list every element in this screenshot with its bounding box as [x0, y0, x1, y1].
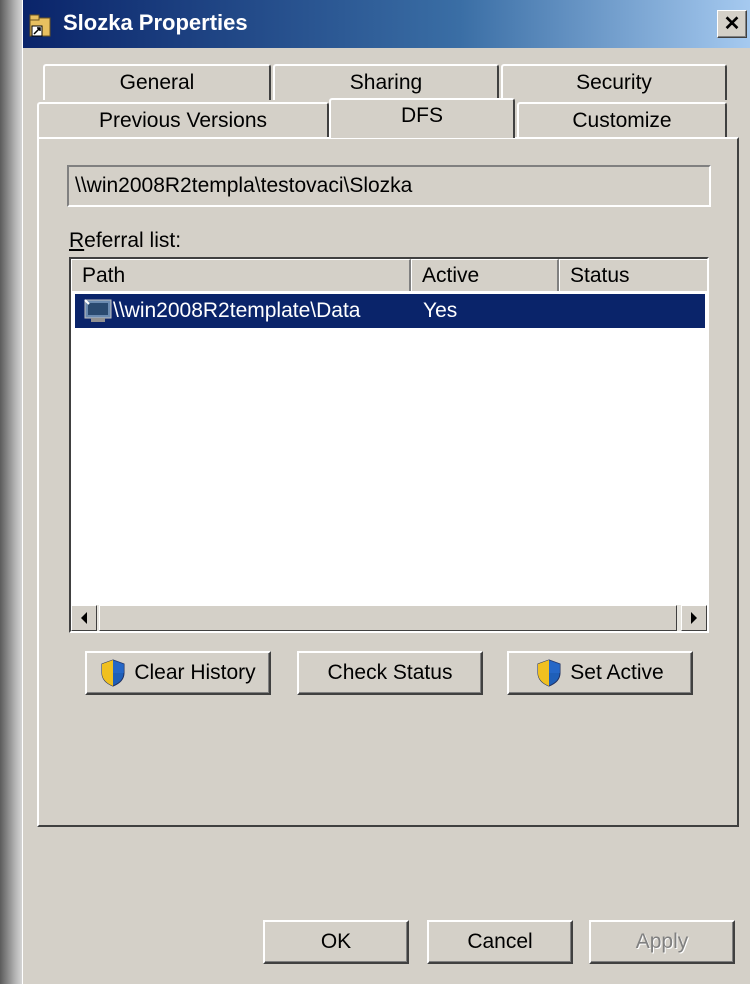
horizontal-scrollbar[interactable]	[71, 605, 707, 631]
scroll-left-icon	[81, 612, 87, 624]
uac-shield-icon	[537, 659, 561, 687]
column-header-active[interactable]: Active	[411, 259, 559, 291]
dfs-path-value: \\win2008R2templa\testovaci\Slozka	[75, 174, 413, 197]
check-status-button[interactable]: Check Status	[297, 651, 483, 695]
scroll-right-icon	[691, 612, 697, 624]
column-label: Active	[422, 263, 480, 287]
tab-label: General	[119, 71, 195, 94]
tab-customize[interactable]: Customize	[517, 102, 727, 138]
tab-label: Previous Versions	[98, 109, 268, 132]
column-label: Status	[570, 263, 630, 287]
scroll-thumb[interactable]	[99, 605, 677, 631]
tab-previous-versions[interactable]: Previous Versions	[37, 102, 329, 138]
uac-shield-icon	[101, 659, 125, 687]
close-icon: ✕	[723, 13, 741, 35]
clear-history-button[interactable]: Clear History	[85, 651, 271, 695]
column-header-path[interactable]: Path	[71, 259, 411, 291]
referral-list-label: Referral list:	[69, 229, 182, 252]
tab-security[interactable]: Security	[501, 64, 727, 100]
column-header-status[interactable]: Status	[559, 259, 709, 291]
scroll-right-button[interactable]	[681, 605, 707, 631]
ok-button[interactable]: OK	[263, 920, 409, 964]
tab-label: Security	[576, 71, 652, 94]
row-path: \\win2008R2template\Data	[113, 299, 361, 322]
tab-label: DFS	[401, 104, 443, 127]
dfs-tab-panel: \\win2008R2templa\testovaci\Slozka Refer…	[37, 137, 739, 827]
network-share-icon	[84, 299, 112, 322]
title-bar[interactable]: Slozka Properties ✕	[23, 0, 750, 48]
tab-dfs[interactable]: DFS	[329, 98, 515, 138]
apply-label: Apply	[635, 930, 689, 953]
close-button[interactable]: ✕	[717, 10, 747, 38]
check-status-label: Check Status	[327, 661, 453, 684]
clear-history-label: Clear History	[134, 661, 256, 684]
tab-sharing[interactable]: Sharing	[273, 64, 499, 100]
referral-list[interactable]: Path Active Status \\win2008R2template\D…	[69, 257, 709, 633]
cancel-label: Cancel	[467, 930, 533, 953]
properties-window: Slozka Properties ✕ General Sharing Secu…	[22, 0, 750, 984]
ok-label: OK	[320, 930, 352, 953]
dfs-path-field[interactable]: \\win2008R2templa\testovaci\Slozka	[67, 165, 711, 207]
table-row[interactable]: \\win2008R2template\Data Yes	[75, 294, 705, 328]
set-active-label: Set Active	[570, 661, 664, 684]
referral-label-text: eferral list:	[84, 229, 182, 252]
apply-button: Apply	[589, 920, 735, 964]
window-title: Slozka Properties	[63, 10, 248, 35]
column-label: Path	[82, 263, 126, 287]
scroll-left-button[interactable]	[71, 605, 97, 631]
set-active-button[interactable]: Set Active	[507, 651, 693, 695]
tab-label: Customize	[572, 109, 672, 132]
tab-label: Sharing	[349, 71, 423, 94]
list-header: Path Active Status	[71, 259, 709, 291]
row-active: Yes	[423, 299, 458, 322]
tab-general[interactable]: General	[43, 64, 271, 100]
cancel-button[interactable]: Cancel	[427, 920, 573, 964]
folder-icon	[29, 14, 51, 37]
